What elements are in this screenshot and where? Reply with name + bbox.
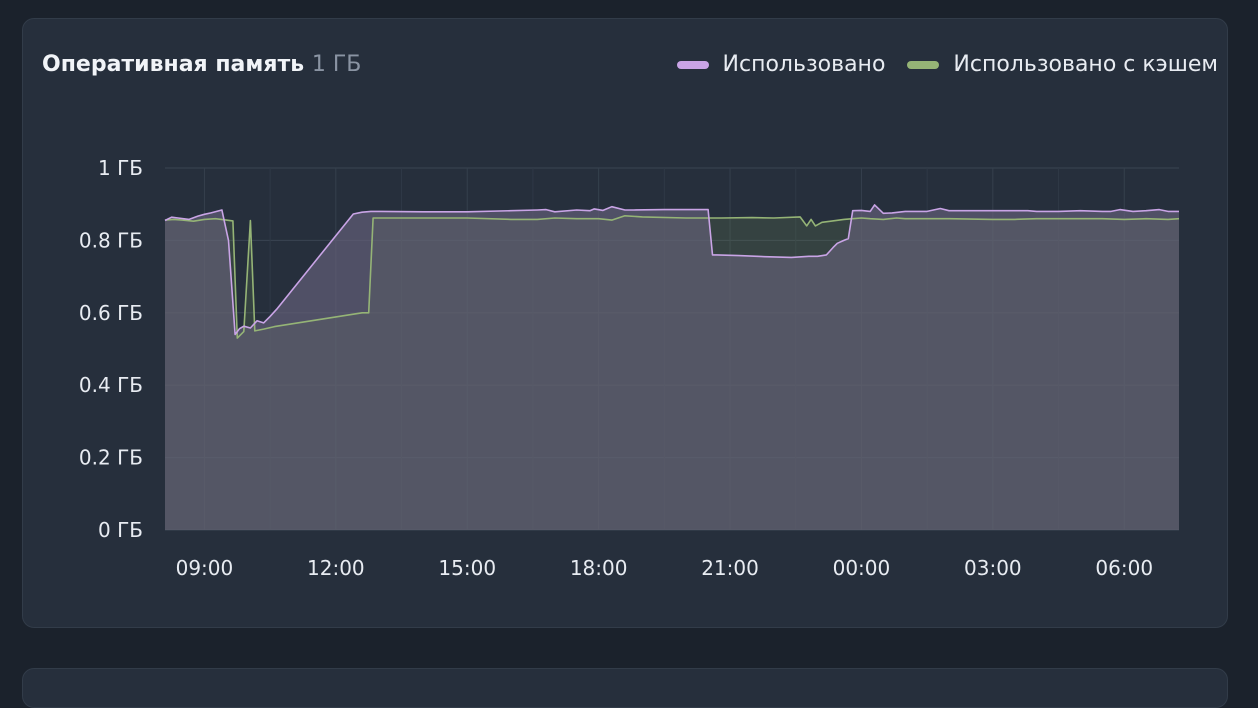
memory-chart: 0 ГБ 0.2 ГБ 0.4 ГБ 0.6 ГБ 0.8 ГБ 1 ГБ 09:00 12:… [79,156,1180,580]
y-tick-label-4: 0.8 ГБ [79,228,143,252]
y-tick-label-5: 1 ГБ [98,156,143,180]
x-tick-label-1: 12:00 [307,556,365,580]
y-tick-label-0: 0 ГБ [98,518,143,542]
y-tick-label-2: 0.4 ГБ [79,373,143,397]
x-tick-label-7: 06:00 [1095,556,1153,580]
area-used-overlay [165,204,1179,530]
x-tick-label-2: 15:00 [438,556,496,580]
y-tick-label-3: 0.6 ГБ [79,301,143,325]
x-tick-label-5: 00:00 [833,556,891,580]
y-tick-label-1: 0.2 ГБ [79,446,143,470]
x-tick-label-0: 09:00 [176,556,234,580]
x-tick-label-6: 03:00 [964,556,1022,580]
x-tick-label-3: 18:00 [570,556,628,580]
x-tick-label-4: 21:00 [701,556,759,580]
